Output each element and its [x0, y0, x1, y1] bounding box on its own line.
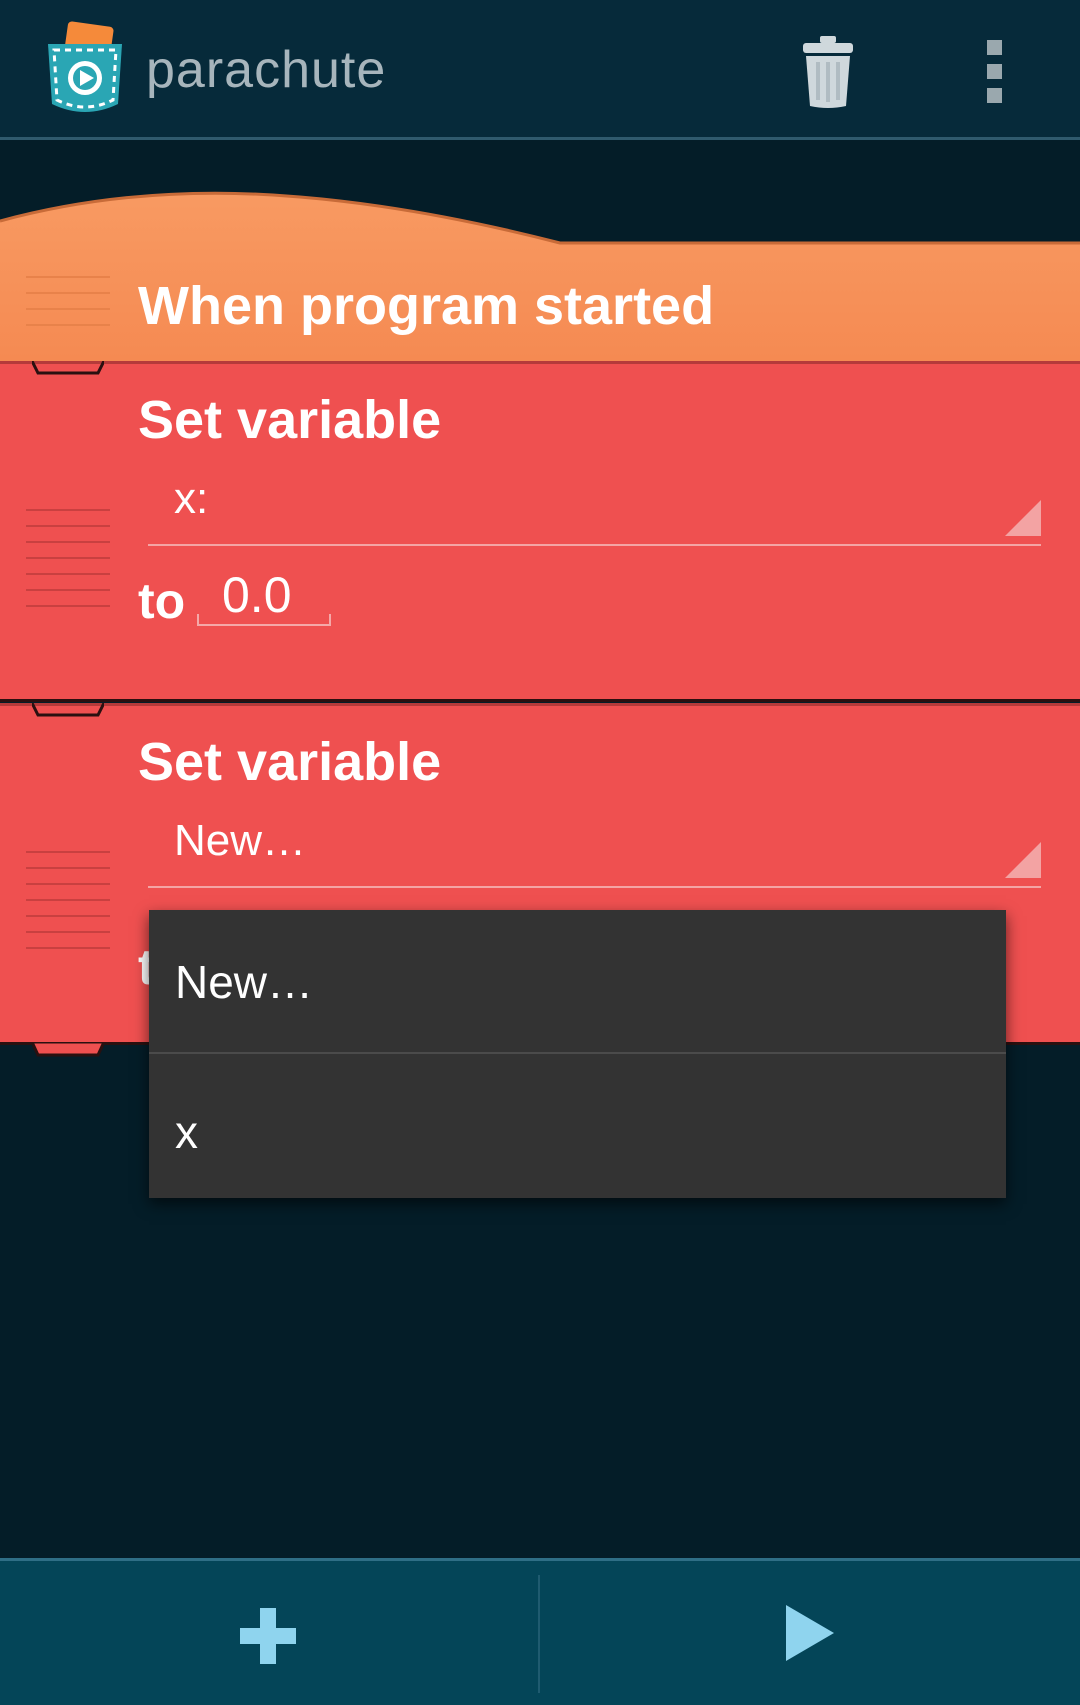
- block-1-drag-handle[interactable]: [26, 509, 110, 621]
- bottom-action-bar: [0, 1558, 1080, 1705]
- popup-divider: [149, 1052, 1006, 1054]
- action-bar: parachute: [0, 0, 1080, 140]
- add-icon[interactable]: [238, 1606, 298, 1666]
- dropdown-option-x[interactable]: x: [149, 1105, 1006, 1159]
- to-label: to: [138, 573, 186, 629]
- dropdown-option-new[interactable]: New…: [149, 955, 1006, 1009]
- app-logo-icon[interactable]: [44, 20, 126, 122]
- set-variable-label: Set variable: [138, 390, 442, 450]
- block-workspace[interactable]: When program started Set variable x: to …: [0, 143, 1080, 1558]
- variable-dropdown[interactable]: x:: [148, 474, 1041, 544]
- dropdown-arrow-icon: [1005, 500, 1041, 536]
- dropdown-underline: [148, 544, 1041, 546]
- play-icon[interactable]: [784, 1603, 836, 1663]
- value-input-underline: [197, 614, 331, 626]
- dropdown-arrow-icon: [1005, 842, 1041, 878]
- app-title: parachute: [146, 41, 387, 99]
- overflow-menu-icon[interactable]: [984, 40, 1004, 104]
- block-notch: [32, 703, 104, 717]
- dropdown-underline: [148, 886, 1041, 888]
- variable-dropdown[interactable]: New…: [148, 816, 1041, 886]
- hat-drag-handle[interactable]: [26, 276, 110, 340]
- hat-block-label: When program started: [138, 276, 715, 336]
- block-notch: [32, 361, 104, 375]
- variable-dropdown-popup: New… x: [149, 910, 1006, 1198]
- bottom-divider: [538, 1575, 540, 1693]
- block-2-drag-handle[interactable]: [26, 851, 110, 963]
- block-bottom-tab: [32, 1042, 104, 1057]
- variable-dropdown-value: x:: [174, 474, 209, 523]
- set-variable-label: Set variable: [138, 732, 442, 792]
- variable-dropdown-value: New…: [174, 816, 307, 865]
- trash-icon[interactable]: [800, 34, 856, 110]
- set-variable-block-1[interactable]: Set variable x: to 0.0: [0, 361, 1080, 702]
